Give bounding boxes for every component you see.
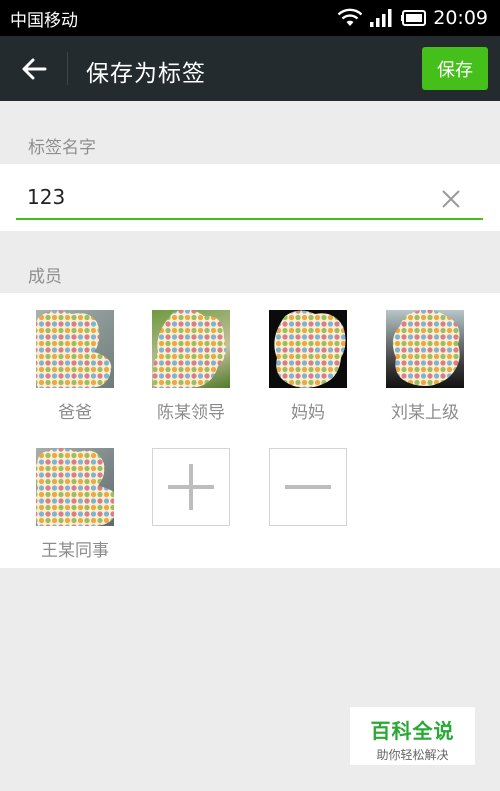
signal-icon	[370, 9, 392, 27]
member-item[interactable]: 王某同事	[30, 448, 120, 561]
minus-icon	[285, 485, 331, 489]
watermark-logo: 百科全说 助你轻松解决	[350, 707, 475, 765]
member-item[interactable]: 妈妈	[263, 310, 353, 423]
tag-name-input[interactable]	[16, 176, 483, 220]
tag-name-label: 标签名字	[28, 138, 96, 158]
avatar	[152, 310, 230, 388]
remove-member-button[interactable]	[269, 448, 347, 526]
tag-name-card	[0, 164, 500, 231]
status-time: 20:09	[433, 7, 488, 29]
add-member-button[interactable]	[152, 448, 230, 526]
member-item[interactable]: 刘某上级	[380, 310, 470, 423]
wifi-icon	[337, 8, 363, 26]
page-title: 保存为标签	[86, 61, 206, 87]
avatar	[386, 310, 464, 388]
avatar	[36, 310, 114, 388]
member-item[interactable]: 爸爸	[30, 310, 120, 423]
status-bar: 中国移动 20:09	[0, 0, 500, 36]
status-icons: 20:09	[337, 4, 488, 32]
members-card: 爸爸 陈某领导 妈妈 刘某上级 王某同事	[0, 293, 500, 568]
battery-icon	[401, 10, 427, 26]
plus-icon	[168, 464, 214, 510]
save-button[interactable]: 保存	[422, 47, 488, 90]
member-name: 爸爸	[58, 403, 92, 423]
watermark-title: 百科全说	[370, 719, 455, 743]
back-button[interactable]	[14, 50, 54, 88]
member-name: 刘某上级	[391, 403, 459, 423]
member-name: 王某同事	[41, 541, 109, 561]
title-divider	[67, 52, 68, 85]
carrier-name: 中国移动	[10, 11, 78, 31]
back-arrow-icon	[22, 58, 47, 80]
member-name: 妈妈	[291, 403, 325, 423]
member-name: 陈某领导	[157, 403, 225, 423]
clear-button[interactable]	[436, 184, 466, 214]
close-icon	[442, 190, 460, 208]
watermark-subtitle: 助你轻松解决	[376, 748, 449, 762]
member-item[interactable]: 陈某领导	[146, 310, 236, 423]
members-label: 成员	[28, 267, 62, 287]
avatar	[36, 448, 114, 526]
avatar	[269, 310, 347, 388]
title-bar: 保存为标签 保存	[0, 36, 500, 101]
